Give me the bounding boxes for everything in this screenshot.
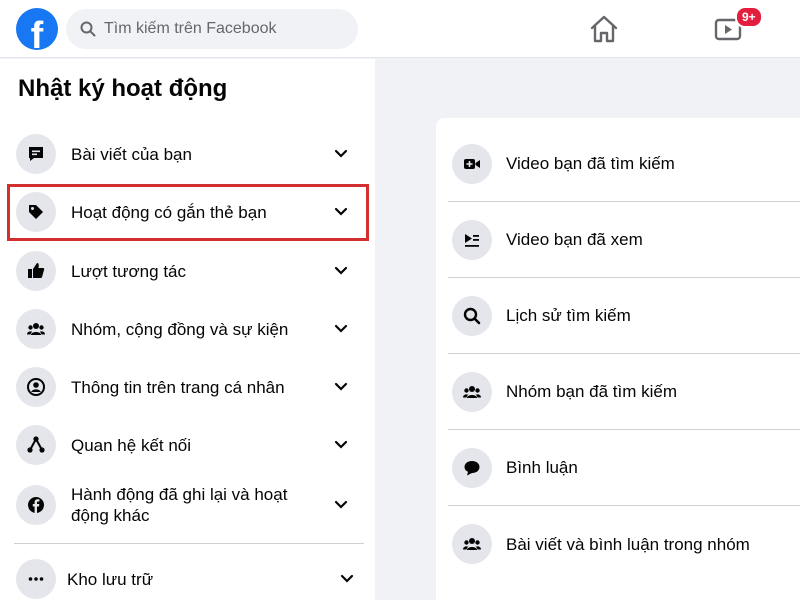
like-icon	[16, 251, 56, 291]
groups-icon	[452, 524, 492, 564]
panel-item-label: Lịch sử tìm kiếm	[506, 306, 631, 325]
search-icon	[80, 21, 96, 37]
sidebar-divider	[14, 543, 364, 544]
sidebar-item-label: Nhóm, cộng đồng và sự kiện	[71, 319, 289, 339]
sidebar-item-your-posts[interactable]: Bài viết của bạn	[8, 126, 364, 182]
home-icon[interactable]	[588, 14, 620, 44]
panel-item-label: Video bạn đã xem	[506, 230, 643, 249]
sidebar-item-groups-events[interactable]: Nhóm, cộng đồng và sự kiện	[8, 301, 364, 357]
sidebar-item-profile-info[interactable]: Thông tin trên trang cá nhân	[8, 359, 364, 415]
post-icon	[16, 134, 56, 174]
sidebar-item-interactions[interactable]: Lượt tương tác	[8, 243, 364, 299]
chevron-down-icon[interactable]	[334, 439, 348, 451]
panel-item-video-searches[interactable]: Video bạn đã tìm kiếm	[448, 126, 800, 202]
sidebar-item-logged-actions[interactable]: Hành động đã ghi lại và hoạt động khác	[8, 475, 364, 535]
profile-icon	[16, 367, 56, 407]
sidebar-item-label: Hành động đã ghi lại và hoạt động khác	[71, 485, 288, 525]
top-bar: f 9+	[0, 0, 800, 58]
chevron-down-icon[interactable]	[334, 381, 348, 393]
sidebar-item-connections[interactable]: Quan hệ kết nối	[8, 417, 364, 473]
chevron-down-icon[interactable]	[334, 499, 348, 511]
sidebar-item-label: Hoạt động có gắn thẻ bạn	[71, 202, 267, 222]
sidebar-item-label: Lượt tương tác	[71, 261, 186, 281]
search-box[interactable]	[66, 9, 358, 49]
chevron-down-icon[interactable]	[334, 148, 348, 160]
connections-icon	[16, 425, 56, 465]
chevron-down-icon[interactable]	[334, 206, 348, 218]
video-search-icon	[452, 143, 492, 184]
notification-badge: 9+	[735, 6, 763, 28]
panel-item-label: Bài viết và bình luận trong nhóm	[506, 534, 750, 554]
sidebar-item-archive[interactable]: Kho lưu trữ	[8, 551, 364, 600]
panel-item-search-history[interactable]: Lịch sử tìm kiếm	[448, 278, 800, 354]
page-title: Nhật ký hoạt động	[18, 75, 228, 102]
chevron-down-icon[interactable]	[334, 323, 348, 335]
chevron-down-icon[interactable]	[340, 573, 354, 585]
search-icon	[452, 295, 492, 336]
tag-icon	[16, 192, 56, 232]
panel-item-group-searches[interactable]: Nhóm bạn đã tìm kiếm	[448, 354, 800, 430]
panel-item-label: Video bạn đã tìm kiếm	[506, 154, 675, 173]
panel-item-videos-watched[interactable]: Video bạn đã xem	[448, 202, 800, 278]
sidebar-item-tagged-activity[interactable]: Hoạt động có gắn thẻ bạn	[8, 184, 364, 240]
panel-item-comments[interactable]: Bình luận	[448, 430, 800, 506]
video-watched-icon	[452, 219, 492, 260]
sidebar-item-label: Kho lưu trữ	[67, 569, 154, 589]
panel-item-label: Bình luận	[506, 458, 578, 477]
sidebar-item-label: Thông tin trên trang cá nhân	[71, 377, 285, 397]
search-input[interactable]	[104, 20, 334, 38]
activity-submenu-panel: Video bạn đã tìm kiếm Video bạn đã xem L…	[436, 118, 800, 600]
activity-log-sidebar: Nhật ký hoạt động Bài viết của bạn Hoạt …	[0, 59, 375, 600]
more-icon	[16, 559, 56, 599]
groups-icon	[452, 371, 492, 412]
panel-item-group-posts-comments[interactable]: Bài viết và bình luận trong nhóm	[448, 506, 800, 582]
sidebar-item-label: Bài viết của bạn	[71, 144, 192, 164]
panel-item-label: Nhóm bạn đã tìm kiếm	[506, 382, 678, 401]
facebook-icon	[16, 485, 56, 525]
comment-icon	[452, 447, 492, 488]
facebook-logo-letter: f	[30, 15, 44, 57]
facebook-logo[interactable]: f	[16, 8, 58, 57]
groups-icon	[16, 309, 56, 349]
chevron-down-icon[interactable]	[334, 265, 348, 277]
sidebar-item-label: Quan hệ kết nối	[71, 435, 192, 455]
